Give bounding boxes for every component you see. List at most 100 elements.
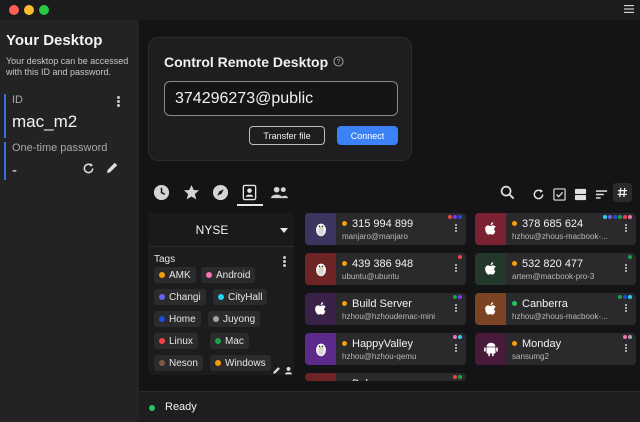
tag-chip[interactable]: Changi xyxy=(154,289,206,305)
peer-id-text: 532 820 477 xyxy=(522,258,584,270)
peer-name: Canberra xyxy=(512,298,568,310)
apple-icon xyxy=(314,302,326,315)
grid-view-icon[interactable] xyxy=(574,186,587,203)
id-value[interactable]: mac_m2 xyxy=(12,112,135,132)
contact-card-icon[interactable] xyxy=(241,184,258,201)
person-icon[interactable] xyxy=(284,366,293,375)
transfer-file-button[interactable]: Transfer file xyxy=(249,126,325,145)
peer-os-icon xyxy=(475,213,506,245)
peer-more-icon[interactable] xyxy=(625,224,628,233)
hamburger-icon[interactable] xyxy=(624,5,634,13)
tag-chip[interactable]: Windows xyxy=(210,355,271,371)
peer-tag-marks xyxy=(622,335,632,340)
peer-card[interactable]: Build Server hzhou@hzhoudemac-mini xyxy=(305,293,466,325)
peer-tag-mark xyxy=(453,335,457,339)
peer-card[interactable]: Monday sansumg2 xyxy=(475,333,636,365)
peer-name: Bob xyxy=(342,378,372,381)
peer-name: 315 994 899 xyxy=(342,218,413,230)
address-book-selected: NYSE xyxy=(195,223,229,237)
otp-label: One-time password xyxy=(12,142,108,154)
peer-more-icon[interactable] xyxy=(625,304,628,313)
refresh-icon[interactable] xyxy=(532,186,545,203)
peer-card[interactable]: 378 685 624 hzhou@zhous-macbook-... xyxy=(475,213,636,245)
pencil-icon[interactable] xyxy=(105,161,119,175)
peer-more-icon[interactable] xyxy=(455,264,458,273)
peer-username: hzhou@zhous-macbook-... xyxy=(512,232,608,241)
tag-chip[interactable]: CityHall xyxy=(213,289,268,305)
status-indicator xyxy=(149,405,155,411)
tags-more-icon[interactable] xyxy=(283,256,287,268)
peer-more-icon[interactable] xyxy=(625,344,628,353)
peer-tag-marks xyxy=(617,295,632,300)
peer-status-dot xyxy=(342,221,347,226)
address-book-panel: NYSE Tags AMK Android Changi CityHall Home Ju… xyxy=(148,213,294,375)
address-book-select[interactable]: NYSE xyxy=(148,213,294,247)
tag-chip[interactable]: Juyong xyxy=(208,311,261,327)
peer-status-dot xyxy=(342,301,347,306)
peer-tag-mark xyxy=(453,215,457,219)
compass-icon[interactable] xyxy=(212,184,229,201)
tag-chip[interactable]: Neson xyxy=(154,355,203,371)
minimize-window-button[interactable] xyxy=(24,5,34,15)
peer-status-dot xyxy=(342,261,347,266)
peer-more-icon[interactable] xyxy=(625,264,628,273)
question-circle-icon[interactable]: ? xyxy=(333,56,344,67)
tag-label: Juyong xyxy=(223,313,256,325)
peer-name: 378 685 624 xyxy=(512,218,583,230)
id-block: ID mac_m2 xyxy=(4,94,135,138)
apple-icon xyxy=(484,302,496,315)
peer-status-dot xyxy=(512,221,517,226)
peer-os-icon xyxy=(475,253,506,285)
status-bar: Ready xyxy=(139,391,640,422)
peer-name: HappyValley xyxy=(342,338,413,350)
peer-tag-mark xyxy=(613,215,617,219)
control-remote-title: Control Remote Desktop xyxy=(164,54,329,70)
refresh-icon[interactable] xyxy=(82,162,95,175)
remote-id-input[interactable] xyxy=(164,81,398,116)
tag-color-dot xyxy=(218,294,224,300)
tag-chip[interactable]: Mac xyxy=(210,333,249,349)
peer-username: artem@macbook-pro-3 xyxy=(512,272,595,281)
zoom-window-button[interactable] xyxy=(39,5,49,15)
tag-label: Neson xyxy=(169,357,198,369)
tag-label: CityHall xyxy=(228,291,263,303)
peer-more-icon[interactable] xyxy=(455,224,458,233)
peer-name: 439 386 948 xyxy=(342,258,413,270)
peer-id-text: Monday xyxy=(522,338,562,350)
pencil-icon[interactable] xyxy=(272,366,281,375)
tag-chip[interactable]: Home xyxy=(154,311,201,327)
close-window-button[interactable] xyxy=(9,5,19,15)
people-icon[interactable] xyxy=(270,184,289,201)
peer-more-icon[interactable] xyxy=(455,344,458,353)
sort-icon[interactable] xyxy=(595,186,608,203)
peer-card[interactable]: HappyValley hzhou@hzhou-qemu xyxy=(305,333,466,365)
control-remote-panel: Control Remote Desktop ? Transfer file C… xyxy=(148,37,412,161)
star-icon[interactable] xyxy=(183,184,200,201)
peer-card[interactable]: Canberra hzhou@zhous-macbook-... xyxy=(475,293,636,325)
sidebar: Your Desktop Your desktop can be accesse… xyxy=(0,20,139,422)
connect-button[interactable]: Connect xyxy=(337,126,398,145)
tag-chip[interactable]: Android xyxy=(201,267,256,283)
linux-penguin-icon xyxy=(315,343,326,357)
peer-status-dot xyxy=(512,301,517,306)
peer-card[interactable]: 532 820 477 artem@macbook-pro-3 xyxy=(475,253,636,285)
checkbox-icon[interactable] xyxy=(553,186,566,203)
peer-card[interactable]: 439 386 948 ubuntu@ubuntu xyxy=(305,253,466,285)
tag-color-dot xyxy=(159,338,165,344)
tag-label: Linux xyxy=(169,335,193,347)
clock-icon[interactable] xyxy=(153,184,170,201)
tag-color-dot xyxy=(213,316,219,322)
peer-id-text: 315 994 899 xyxy=(352,218,414,230)
peer-card[interactable]: 315 994 899 manjaro@manjaro xyxy=(305,213,466,245)
peer-card[interactable]: Bob xyxy=(305,373,466,381)
tag-chip[interactable]: Linux xyxy=(154,333,198,349)
peer-username: manjaro@manjaro xyxy=(342,232,408,241)
peer-tag-marks xyxy=(447,215,462,220)
tag-chip[interactable]: AMK xyxy=(154,267,196,283)
tag-color-dot xyxy=(159,272,165,278)
peer-tag-mark xyxy=(453,375,457,379)
id-more-icon[interactable] xyxy=(117,96,121,108)
search-icon[interactable] xyxy=(500,184,515,201)
peer-more-icon[interactable] xyxy=(455,304,458,313)
hashtag-button[interactable] xyxy=(613,183,632,202)
